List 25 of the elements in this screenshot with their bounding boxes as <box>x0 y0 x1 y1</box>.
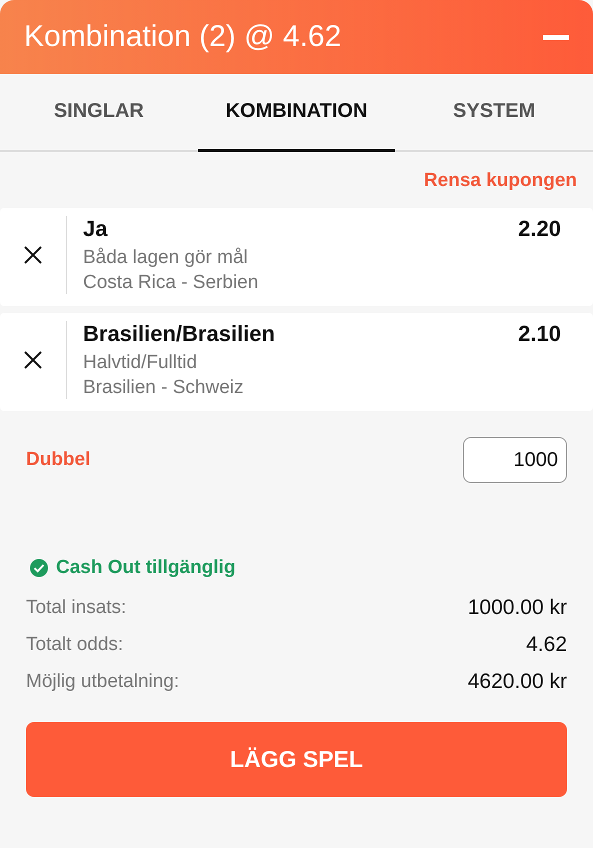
tab[interactable]: SYSTEM <box>395 74 593 152</box>
summary-value: 4620.00 kr <box>468 670 567 694</box>
bet-type-label: Dubbel <box>26 449 90 471</box>
selection-name: Brasilien/Brasilien <box>83 321 275 347</box>
market-name: Halvtid/Fulltid <box>83 352 198 374</box>
tab[interactable]: SINGLAR <box>0 74 198 152</box>
market-name: Båda lagen gör mål <box>83 247 249 269</box>
summary-label: Möjlig utbetalning: <box>26 670 180 692</box>
summary-label: Total insats: <box>26 596 126 618</box>
selection-name: Ja <box>83 216 108 242</box>
match-name: Brasilien - Schweiz <box>83 377 244 399</box>
close-icon <box>23 350 43 370</box>
match-name: Costa Rica - Serbien <box>83 272 260 294</box>
remove-button[interactable] <box>22 244 44 266</box>
summary-value: 1000.00 kr <box>468 596 567 620</box>
odds-value: 2.10 <box>518 321 561 347</box>
remove-button[interactable] <box>22 349 44 371</box>
summary-label: Totalt odds: <box>26 634 124 656</box>
tab[interactable]: KOMBINATION <box>198 74 396 152</box>
summary-value: 4.62 <box>526 632 567 656</box>
stake-input[interactable]: 1000 <box>463 437 567 483</box>
close-icon <box>23 245 43 265</box>
cash-out-status: Cash Out tillgänglig <box>56 557 236 579</box>
odds-value: 2.20 <box>518 216 561 242</box>
window-title: Kombination (2) @ 4.62 <box>24 20 342 54</box>
